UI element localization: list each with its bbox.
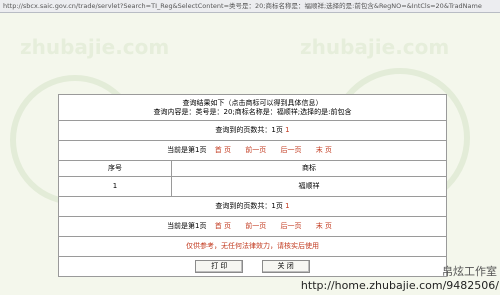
column-header-index: 序号	[58, 160, 172, 177]
table-row: 1 福顺祥	[58, 176, 447, 197]
pagination-bottom: 当前是第1页 首 页 前一页 后一页 末 页	[58, 216, 447, 237]
total-pages-value-bottom: 1	[285, 202, 290, 210]
last-page-link-bottom[interactable]: 末 页	[316, 222, 332, 230]
prev-page-link-bottom[interactable]: 前一页	[245, 222, 266, 230]
print-button[interactable]: 打 印	[195, 260, 244, 273]
last-page-link[interactable]: 末 页	[316, 146, 332, 154]
address-bar[interactable]: http://sbcx.saic.gov.cn/trade/servlet?Se…	[0, 0, 500, 13]
first-page-link-bottom[interactable]: 首 页	[215, 222, 231, 230]
action-buttons-cell: 打 印 关 闭	[58, 256, 447, 277]
current-page-label: 当前是第1页	[167, 146, 207, 154]
result-table: 查询结果如下（点击商标可以得到具体信息） 查询内容是：类号是：20;商标名称是：…	[58, 94, 447, 277]
prev-page-link[interactable]: 前一页	[245, 146, 266, 154]
total-pages-label-bottom: 查询到的页数共：1页	[215, 202, 283, 210]
total-pages-cell: 查询到的页数共：1页 1	[58, 120, 447, 141]
next-page-link[interactable]: 后一页	[280, 146, 301, 154]
result-heading-cell: 查询结果如下（点击商标可以得到具体信息） 查询内容是：类号是：20;商标名称是：…	[58, 94, 447, 121]
current-page-label-bottom: 当前是第1页	[167, 222, 207, 230]
studio-url: http://home.zhubajie.com/9482506/	[300, 279, 499, 292]
disclaimer-notice: 仅供参考，无任何法律效力，请核实后使用	[58, 236, 447, 257]
total-pages-cell-bottom: 查询到的页数共：1页 1	[58, 196, 447, 217]
watermark-text-left: zhubajie.com	[20, 35, 170, 59]
close-button[interactable]: 关 闭	[261, 260, 310, 273]
first-page-link[interactable]: 首 页	[215, 146, 231, 154]
column-header-mark: 商标	[171, 160, 447, 177]
row-trademark-link[interactable]: 福顺祥	[171, 176, 447, 197]
row-index: 1	[58, 176, 172, 197]
next-page-link-bottom[interactable]: 后一页	[280, 222, 301, 230]
query-description: 查询内容是：类号是：20;商标名称是：福顺祥;选择的是:前包含	[153, 107, 352, 116]
result-heading: 查询结果如下（点击商标可以得到具体信息）	[182, 98, 323, 107]
watermark-text-right: zhubajie.com	[300, 35, 450, 59]
pagination-top: 当前是第1页 首 页 前一页 后一页 末 页	[58, 140, 447, 161]
address-url[interactable]: http://sbcx.saic.gov.cn/trade/servlet?Se…	[3, 1, 497, 11]
total-pages-value: 1	[285, 126, 290, 134]
studio-brand: 帛炫工作室	[442, 265, 497, 278]
total-pages-label: 查询到的页数共：1页	[215, 126, 283, 134]
